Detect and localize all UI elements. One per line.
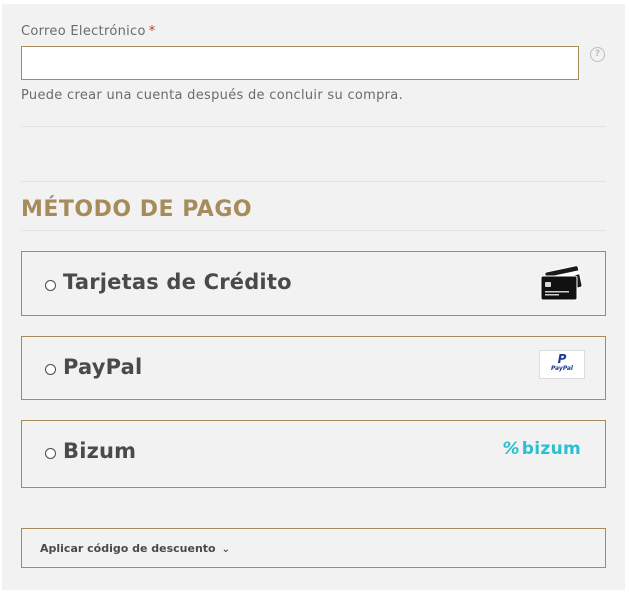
payment-option-bizum[interactable]: Bizum % bizum: [21, 420, 606, 488]
divider: [21, 126, 606, 127]
credit-cards-icon: [540, 265, 583, 301]
chevron-down-icon: ⌄: [221, 544, 231, 555]
bizum-logo: % bizum: [502, 439, 581, 459]
payment-option-label: Bizum: [63, 439, 137, 463]
discount-label: Aplicar código de descuento ⌄: [40, 542, 230, 555]
radio-paypal[interactable]: [45, 364, 56, 375]
payment-option-label: PayPal: [63, 355, 143, 379]
email-label-text: Correo Electrónico: [21, 24, 146, 39]
radio-bizum[interactable]: [45, 448, 56, 459]
payment-option-credit-card[interactable]: Tarjetas de Crédito: [21, 251, 606, 316]
email-field[interactable]: [21, 46, 579, 80]
bizum-wordmark: bizum: [521, 439, 581, 459]
discount-label-text: Aplicar código de descuento: [40, 542, 216, 555]
discount-code-toggle[interactable]: Aplicar código de descuento ⌄: [21, 528, 606, 568]
divider: [21, 181, 606, 182]
radio-credit-card[interactable]: [45, 280, 56, 291]
question-circle-icon[interactable]: ?: [590, 47, 605, 62]
paypal-mark: P: [557, 352, 567, 366]
paypal-wordmark: PayPal: [551, 365, 573, 372]
bizum-mark: %: [502, 439, 520, 459]
payment-section-title: MÉTODO DE PAGO: [21, 197, 253, 222]
payment-option-paypal[interactable]: PayPal P PayPal: [21, 336, 606, 400]
divider: [21, 230, 606, 231]
paypal-logo: P PayPal: [539, 350, 585, 379]
email-label: Correo Electrónico *: [21, 24, 156, 39]
required-mark: *: [148, 24, 156, 39]
account-note: Puede crear una cuenta después de conclu…: [21, 88, 404, 103]
payment-option-label: Tarjetas de Crédito: [63, 270, 292, 294]
